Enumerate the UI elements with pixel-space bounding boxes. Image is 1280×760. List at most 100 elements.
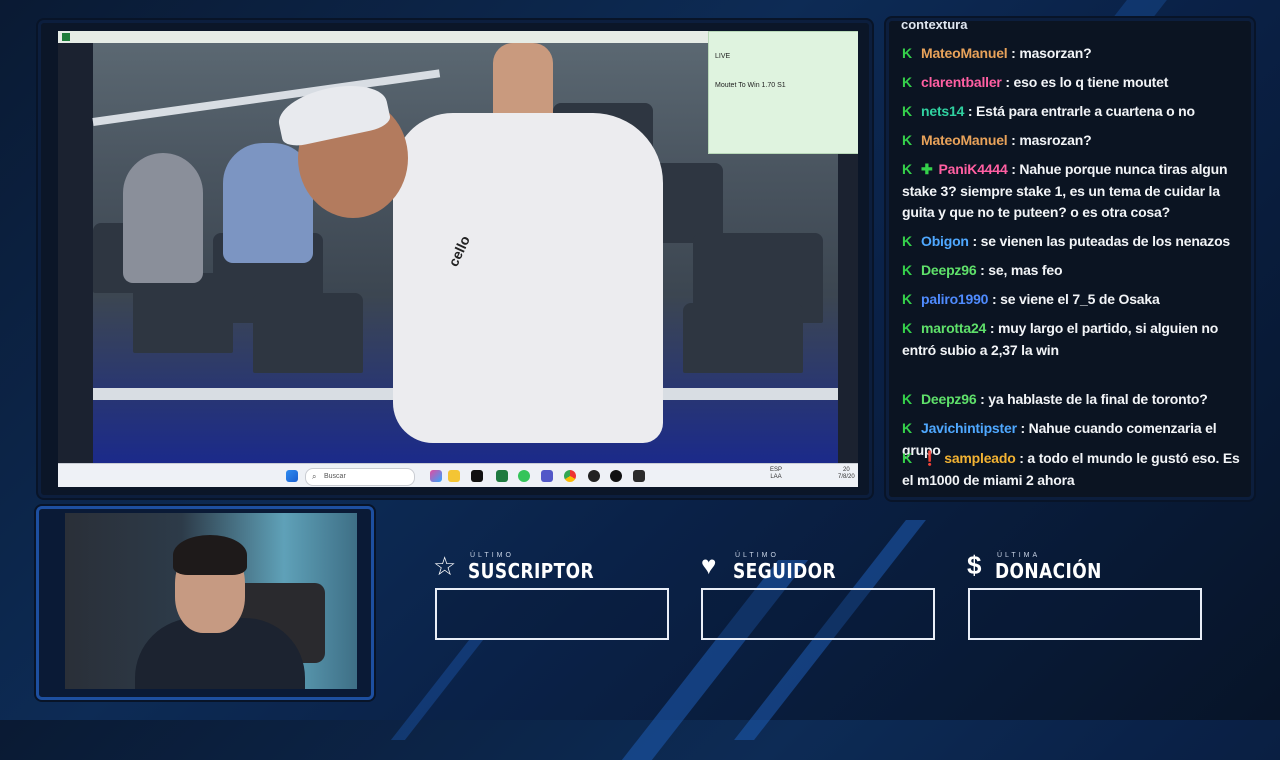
kick-badge-icon: K bbox=[902, 391, 912, 407]
tiktok-icon[interactable] bbox=[471, 470, 483, 482]
chat-username[interactable]: MateoManuel bbox=[921, 132, 1008, 148]
stat-label: SEGUIDOR bbox=[733, 559, 836, 583]
taskbar-search[interactable]: ⌕ Buscar bbox=[305, 468, 415, 486]
chat-message: K ❗ sampleado : a todo el mundo le gustó e… bbox=[902, 448, 1242, 491]
kick-badge-icon: K bbox=[902, 420, 912, 436]
bg-stripe bbox=[390, 640, 484, 740]
stat-value-box bbox=[968, 588, 1202, 640]
search-icon: ⌕ bbox=[312, 472, 317, 481]
app-icon-2[interactable] bbox=[610, 470, 622, 482]
extra-badge-icon: ❗ bbox=[921, 450, 939, 466]
chat-message: K ✚ PaniK4444 : Nahue porque nunca tiras a… bbox=[902, 159, 1242, 224]
teams-icon[interactable] bbox=[541, 470, 553, 482]
chat-separator: : bbox=[1015, 450, 1028, 466]
kick-badge-icon: K bbox=[902, 45, 912, 61]
betting-note: LIVE Moutet To Win 1.70 S1 bbox=[708, 31, 858, 154]
stat-small-label: ÚLTIMO bbox=[470, 552, 514, 559]
chat-message: K Deepz96 : se, mas feo bbox=[902, 260, 1242, 282]
chat-message: K MateoManuel : masorzan? bbox=[902, 43, 1242, 65]
chat-username[interactable]: Deepz96 bbox=[921, 391, 977, 407]
clock-date: 7/8/20 bbox=[838, 474, 855, 480]
webcam-feed bbox=[65, 513, 357, 689]
chat-username[interactable]: Javichintipster bbox=[921, 420, 1017, 436]
stat-small-label: ÚLTIMO bbox=[735, 552, 779, 559]
chat-message: Knets14 : Está para entrarle a cuartena … bbox=[902, 101, 1242, 123]
tray-clock[interactable]: 20 7/8/20 bbox=[838, 467, 855, 481]
stadium-seat bbox=[683, 303, 803, 373]
chat-message: K Obigon : se vienen las puteadas de los … bbox=[902, 231, 1242, 253]
chat-text: ya hablaste de la final de toronto? bbox=[988, 391, 1208, 407]
chat-separator: : bbox=[1007, 45, 1020, 61]
chat-message: Kclarentballer : eso es lo q tiene moute… bbox=[902, 72, 1242, 94]
sheets-tab-icon[interactable] bbox=[62, 33, 70, 41]
chat-text: eso es lo q tiene moutet bbox=[1013, 74, 1169, 90]
stadium-seat bbox=[253, 293, 363, 373]
heart-icon: ♥ bbox=[701, 550, 717, 580]
kick-badge-icon: K bbox=[902, 161, 912, 177]
kick-badge-icon: K bbox=[902, 450, 912, 466]
player-body: cello bbox=[393, 113, 663, 443]
chat-message: Kmarotta24 : muy largo el partido, si al… bbox=[902, 318, 1242, 361]
chat-username[interactable]: PaniK4444 bbox=[939, 161, 1008, 177]
chat-text: masrozan? bbox=[1019, 132, 1092, 148]
chat-username[interactable]: nets14 bbox=[921, 103, 964, 119]
chat-username[interactable]: Deepz96 bbox=[921, 262, 977, 278]
streamer-hair bbox=[173, 535, 247, 575]
stat-value-box bbox=[435, 588, 669, 640]
lang-layout: LAA bbox=[770, 474, 782, 480]
chat-username[interactable]: sampleado bbox=[944, 450, 1016, 466]
chat-username[interactable]: paliro1990 bbox=[921, 291, 988, 307]
chat-username[interactable]: clarentballer bbox=[921, 74, 1002, 90]
chat-header: contextura bbox=[901, 18, 968, 32]
desktop-capture: cello LIVE Moutet To Win 1.70 S1 ⌕ Busca… bbox=[58, 31, 858, 487]
chat-username[interactable]: marotta24 bbox=[921, 320, 986, 336]
extra-badge-icon: ✚ bbox=[921, 161, 933, 177]
chat-separator: : bbox=[976, 391, 989, 407]
chat-text: Está para entrarle a cuartena o no bbox=[976, 103, 1195, 119]
spectator bbox=[123, 153, 203, 283]
chat-separator: : bbox=[986, 320, 998, 336]
chat-panel: contextura K MateoManuel : masorzan? Kclar… bbox=[886, 18, 1254, 500]
shirt-logo: cello bbox=[444, 233, 473, 269]
windows-start-icon[interactable] bbox=[286, 470, 298, 482]
kick-badge-icon: K bbox=[902, 291, 912, 307]
chat-separator: : bbox=[976, 262, 989, 278]
dollar-icon: $ bbox=[967, 550, 982, 580]
chat-username[interactable]: Obigon bbox=[921, 233, 969, 249]
lang-code: ESP bbox=[770, 467, 783, 473]
kick-badge-icon: K bbox=[902, 74, 912, 90]
kick-badge-icon: K bbox=[902, 132, 912, 148]
kick-badge-icon: K bbox=[902, 262, 912, 278]
chrome-icon[interactable] bbox=[564, 470, 576, 482]
whatsapp-icon[interactable] bbox=[518, 470, 530, 482]
note-line-2: Moutet To Win 1.70 S1 bbox=[715, 82, 786, 89]
search-placeholder: Buscar bbox=[324, 473, 346, 480]
copilot-icon[interactable] bbox=[430, 470, 442, 482]
stat-label: DONACIÓN bbox=[995, 559, 1102, 583]
chat-text: se, mas feo bbox=[988, 262, 1063, 278]
clock-time: 20 bbox=[843, 467, 850, 473]
stat-value-box bbox=[701, 588, 935, 640]
stat-label: SUSCRIPTOR bbox=[468, 559, 595, 583]
webcam-panel bbox=[36, 506, 374, 700]
kick-badge-icon: K bbox=[902, 320, 912, 336]
chat-username[interactable]: MateoManuel bbox=[921, 45, 1008, 61]
star-icon: ☆ bbox=[433, 551, 457, 581]
chat-separator: : bbox=[1007, 161, 1020, 177]
chat-message: K Deepz96 : ya hablaste de la final de to… bbox=[902, 389, 1242, 411]
kick-badge-icon: K bbox=[902, 233, 912, 249]
chat-separator: : bbox=[1007, 132, 1020, 148]
excel-icon[interactable] bbox=[496, 470, 508, 482]
chat-text: masorzan? bbox=[1019, 45, 1092, 61]
chat-separator: : bbox=[988, 291, 1001, 307]
chat-text: se viene el 7_5 de Osaka bbox=[1000, 291, 1160, 307]
kick-badge-icon: K bbox=[902, 103, 912, 119]
app-icon[interactable] bbox=[588, 470, 600, 482]
folder-icon[interactable] bbox=[448, 470, 460, 482]
chat-separator: : bbox=[1016, 420, 1029, 436]
note-line-1: LIVE bbox=[715, 53, 731, 60]
chat-message: Kpaliro1990 : se viene el 7_5 de Osaka bbox=[902, 289, 1242, 311]
app-icon-3[interactable] bbox=[633, 470, 645, 482]
tray-language[interactable]: ESP LAA bbox=[770, 467, 782, 481]
windows-taskbar: ⌕ Buscar ESP LAA 20 7/8/20 bbox=[58, 463, 858, 487]
